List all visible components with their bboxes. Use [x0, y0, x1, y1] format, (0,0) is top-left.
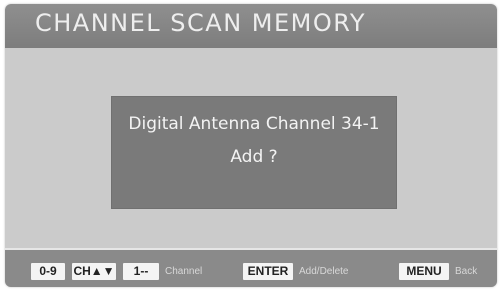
channel-up-down-key: CH▲▼ [72, 263, 116, 280]
back-hint: Back [455, 266, 478, 277]
confirm-dialog[interactable]: Digital Antenna Channel 34-1 Add ? [111, 96, 397, 209]
direct-entry-key: 1-- [123, 263, 159, 280]
menu-title: CHANNEL SCAN MEMORY [35, 9, 367, 37]
add-delete-hint: Add/Delete [299, 266, 349, 277]
title-bar: CHANNEL SCAN MEMORY [5, 4, 497, 48]
digits-key: 0-9 [31, 263, 65, 280]
key-guide-bar: 0-9 CH▲▼ 1-- Channel ENTER Add/Delete ME… [5, 250, 497, 287]
dialog-add-prompt: Add ? [230, 147, 278, 167]
dialog-channel-text: Digital Antenna Channel 34-1 [128, 114, 380, 134]
enter-key: ENTER [243, 263, 293, 280]
tv-menu-screen: CHANNEL SCAN MEMORY Digital Antenna Chan… [5, 4, 497, 287]
channel-hint: Channel [165, 266, 203, 277]
menu-key: MENU [399, 263, 449, 280]
